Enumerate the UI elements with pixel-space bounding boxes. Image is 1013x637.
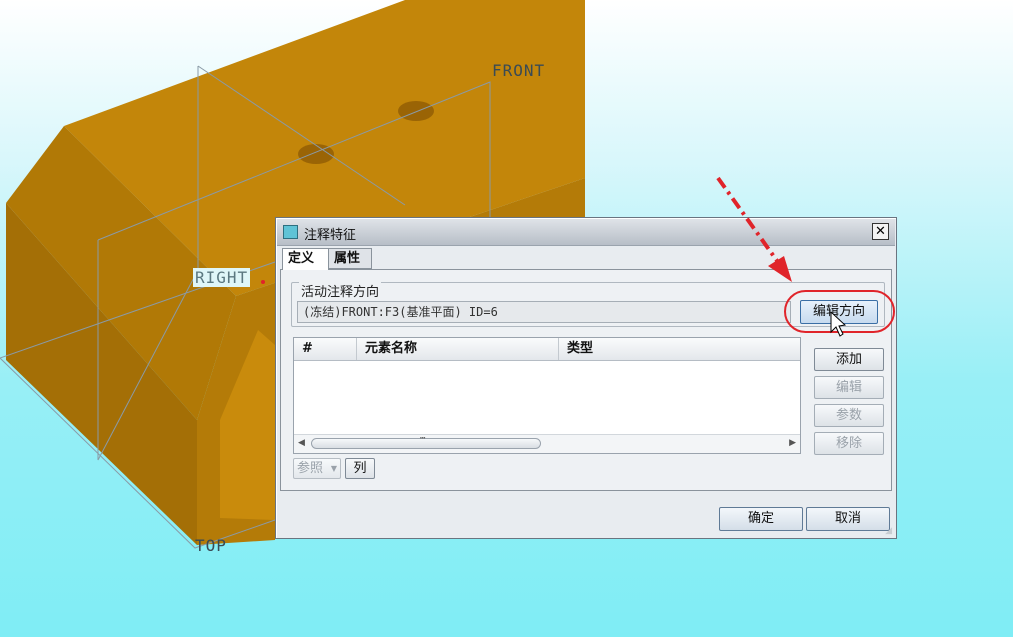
columns-button[interactable]: 列 [345, 458, 375, 479]
graphics-viewport[interactable]: FRONT RIGHT TOP 注释特征 ✕ 定义 属性 活动注释方向 (冻结)… [0, 0, 1013, 637]
close-button[interactable]: ✕ [872, 223, 889, 240]
scroll-right-arrow-icon[interactable]: ▶ [789, 438, 796, 448]
remove-button[interactable]: 移除 [814, 432, 884, 455]
part-hole [398, 101, 434, 121]
definition-panel: 活动注释方向 (冻结)FRONT:F3(基准平面) ID=6 编辑方向 # 元素… [280, 269, 895, 491]
annotation-feature-dialog: 注释特征 ✕ 定义 属性 活动注释方向 (冻结)FRONT:F3(基准平面) I… [275, 217, 897, 539]
table-header: # 元素名称 类型 [294, 338, 800, 361]
column-header-number[interactable]: # [294, 338, 357, 360]
dialog-app-icon [283, 225, 298, 239]
scroll-left-arrow-icon[interactable]: ◀ [298, 438, 305, 448]
column-header-element-name[interactable]: 元素名称 [357, 338, 559, 360]
datum-label-top[interactable]: TOP [195, 536, 227, 555]
scrollbar-grip-icon: ┅ [420, 434, 426, 444]
direction-group-title: 活动注释方向 [299, 281, 382, 300]
caret-down-icon: ▼ [330, 464, 337, 473]
references-label: 参照 [297, 461, 324, 476]
datum-label-right[interactable]: RIGHT [193, 268, 251, 287]
dialog-title: 注释特征 [304, 228, 357, 243]
edit-direction-button[interactable]: 编辑方向 [800, 300, 878, 324]
dialog-titlebar[interactable]: 注释特征 ✕ [277, 219, 895, 246]
column-header-type[interactable]: 类型 [559, 338, 800, 360]
annotation-direction-field[interactable]: (冻结)FRONT:F3(基准平面) ID=6 [297, 301, 791, 323]
close-icon: ✕ [875, 224, 886, 239]
scrollbar-thumb[interactable]: ┅ [311, 434, 541, 449]
resize-grip-icon[interactable]: ◢ [885, 526, 892, 536]
datum-right-marker [261, 280, 265, 284]
add-button[interactable]: 添加 [814, 348, 884, 371]
references-dropdown-button[interactable]: 参照 ▼ [293, 458, 341, 479]
tab-definition[interactable]: 定义 [282, 248, 329, 270]
datum-label-front[interactable]: FRONT [492, 61, 545, 80]
horizontal-scrollbar[interactable]: ◀ ┅ ▶ [294, 434, 800, 453]
parameters-button[interactable]: 参数 [814, 404, 884, 427]
tab-properties[interactable]: 属性 [328, 248, 372, 269]
edit-button[interactable]: 编辑 [814, 376, 884, 399]
cancel-button[interactable]: 取消 [806, 507, 890, 531]
ok-button[interactable]: 确定 [719, 507, 803, 531]
elements-table[interactable]: # 元素名称 类型 ◀ ┅ ▶ [293, 337, 801, 454]
